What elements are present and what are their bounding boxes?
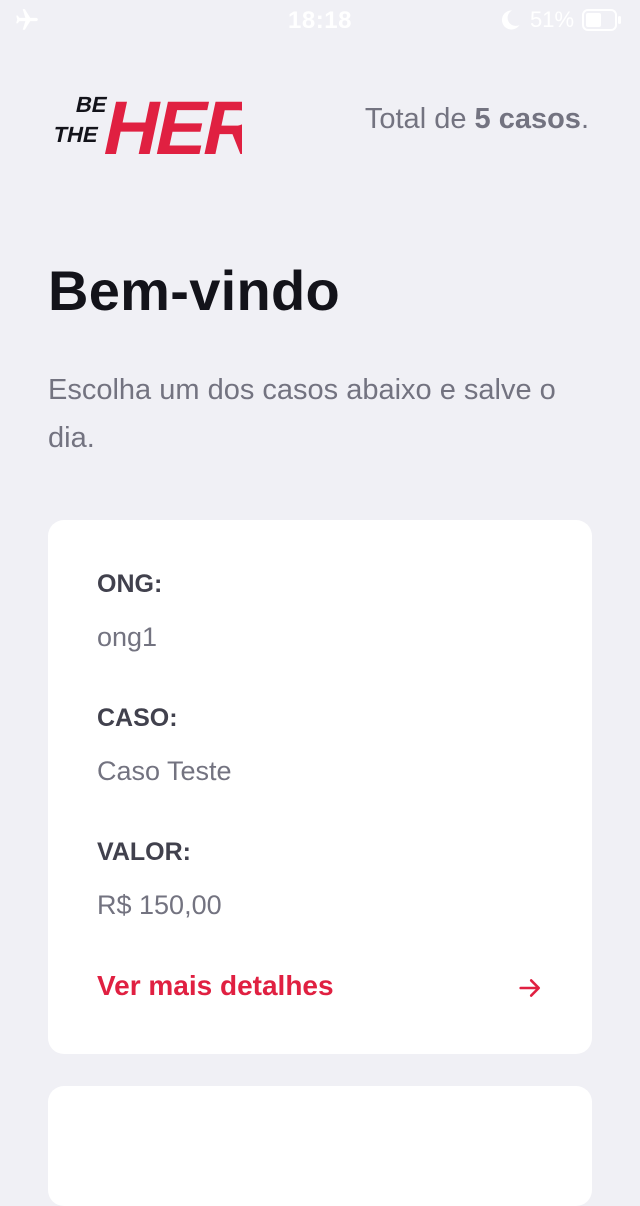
svg-text:BE: BE <box>74 92 110 117</box>
battery-icon <box>582 9 621 31</box>
total-cases: Total de 5 casos. <box>365 103 589 136</box>
arrow-right-icon <box>519 979 541 997</box>
total-suffix: . <box>580 103 589 135</box>
ong-value: ong1 <box>97 622 158 652</box>
incident-card: ONG: ong1 CASO: Caso Teste VALOR: R$ 150… <box>48 520 592 1054</box>
page-title: Bem-vindo <box>48 259 341 322</box>
page-description: Escolha um dos casos abaixo e salve o di… <box>48 374 556 454</box>
details-label: Ver mais detalhes <box>97 970 334 1001</box>
battery-percentage: 51% <box>530 7 575 32</box>
status-bar: 18:18 51% <box>0 0 640 40</box>
case-value: Caso Teste <box>97 756 232 786</box>
incident-card-next <box>48 1086 592 1206</box>
svg-text:HERO: HERO <box>96 86 242 164</box>
details-button[interactable]: Ver mais detalhes <box>97 968 544 1008</box>
be-the-hero-logo: BE THE HERO <box>51 86 242 164</box>
moon-icon <box>501 10 520 30</box>
value-amount: R$ 150,00 <box>97 890 222 920</box>
total-prefix: Total de <box>364 103 475 135</box>
value-label: VALOR: <box>97 838 191 866</box>
total-count: 5 casos <box>474 103 581 135</box>
case-label: CASO: <box>97 704 178 732</box>
svg-text:THE: THE <box>51 122 100 147</box>
ong-label: ONG: <box>97 570 163 598</box>
